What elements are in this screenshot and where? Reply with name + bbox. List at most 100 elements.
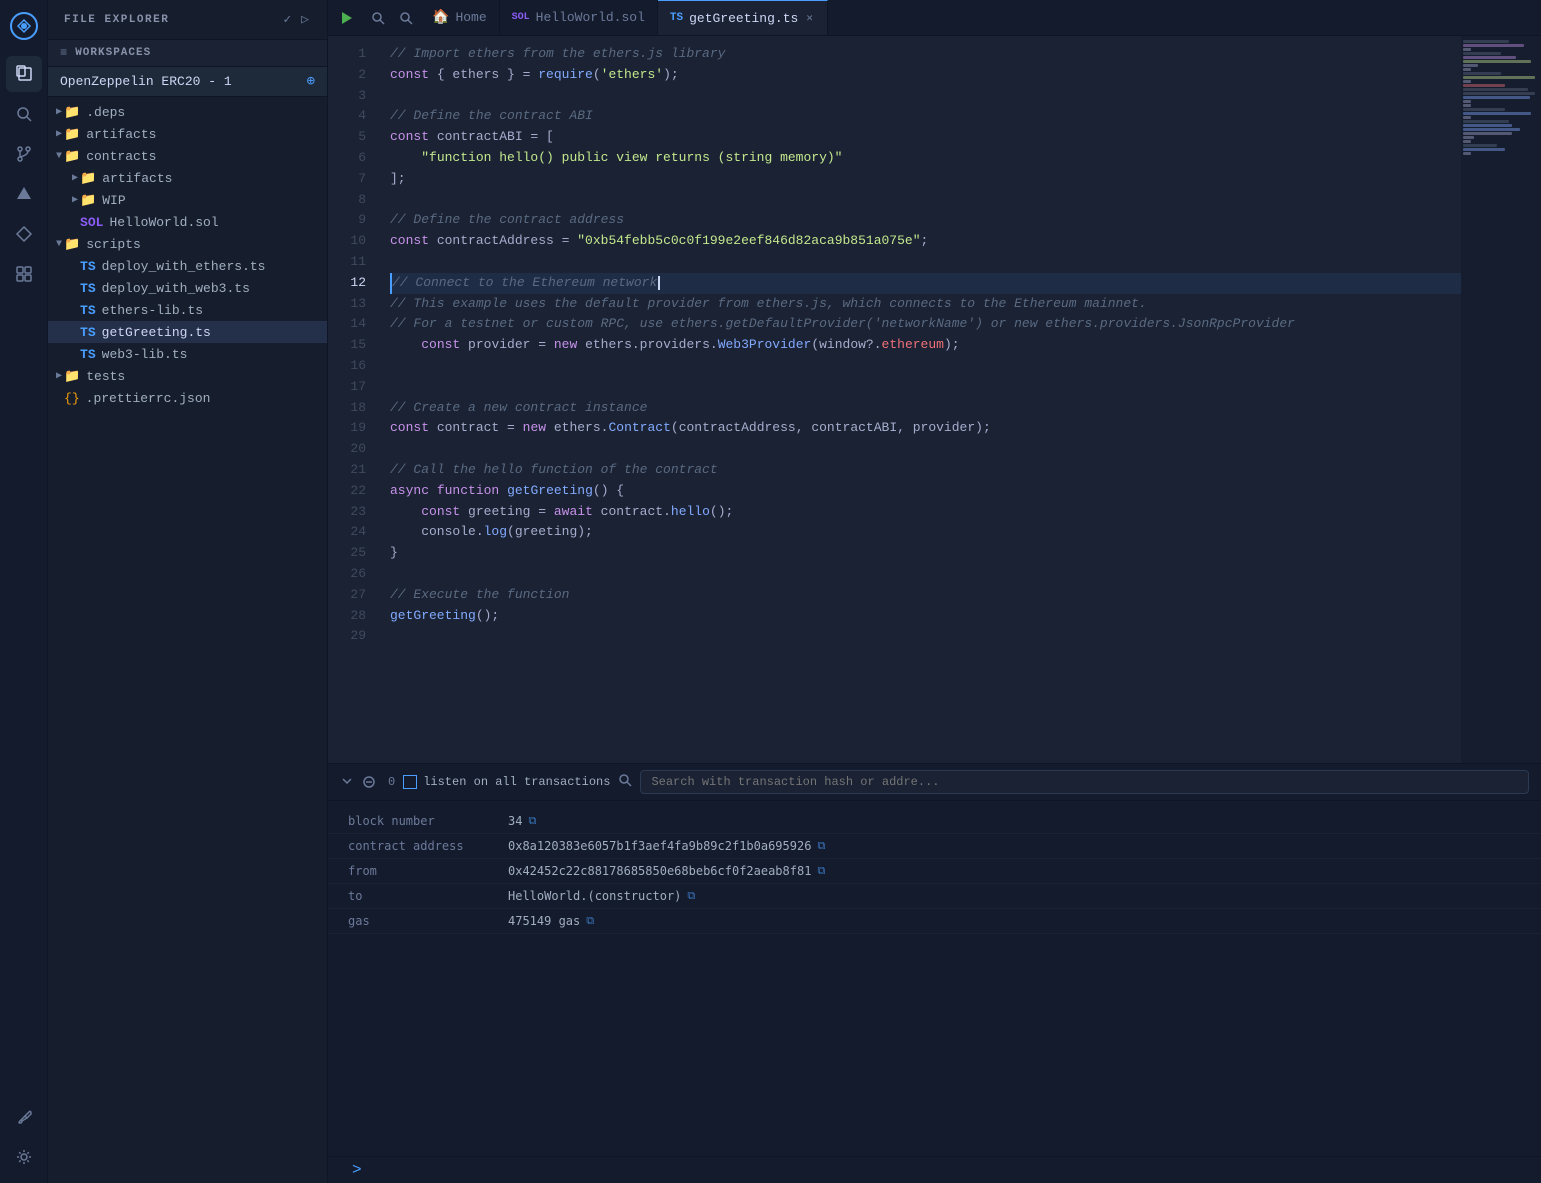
copy-from-icon[interactable]: ⧉ — [817, 864, 825, 878]
code-line-22: async function getGreeting() { — [390, 481, 1461, 502]
line-numbers: 1 2 3 4 5 6 7 8 9 10 11 12 13 14 15 16 1 — [328, 36, 378, 763]
tab-helloworld-label: HelloWorld.sol — [536, 10, 645, 25]
sidebar-title: FILE EXPLORER — [64, 14, 169, 26]
prompt-row: > — [328, 1156, 1541, 1183]
editor-area: 🏠 Home SOL HelloWorld.sol TS getGreeting… — [328, 0, 1541, 1183]
tree-item-artifacts-child[interactable]: ▶ 📁 artifacts — [48, 167, 327, 189]
workspace-selector[interactable]: OpenZeppelin ERC20 - 1 ⊕ — [48, 67, 327, 97]
tree-item-scripts[interactable]: ▼ 📁 scripts — [48, 233, 327, 255]
item-name-deps: .deps — [86, 105, 319, 120]
logo-icon[interactable] — [6, 8, 42, 44]
panel-value-contract: 0x8a120383e6057b1f3aef4fa9b89c2f1b0a6959… — [508, 839, 825, 853]
code-line-24: console.log(greeting); — [390, 522, 1461, 543]
tab-getgreeting[interactable]: TS getGreeting.ts ✕ — [658, 0, 828, 36]
json-file-icon: {} — [64, 391, 80, 406]
tree-item-helloworld-sol[interactable]: ▶ SOL HelloWorld.sol — [48, 211, 327, 233]
files-icon[interactable] — [6, 56, 42, 92]
panel-value-gas: 475149 gas ⧉ — [508, 914, 594, 928]
panel-value-to: HelloWorld.(constructor) ⧉ — [508, 889, 695, 903]
copy-contract-icon[interactable]: ⧉ — [817, 839, 825, 853]
copy-block-icon[interactable]: ⧉ — [528, 814, 536, 828]
tree-item-artifacts-root[interactable]: ▶ 📁 artifacts — [48, 123, 327, 145]
panel-label-block: block number — [348, 814, 508, 828]
code-line-6: "function hello() public view returns (s… — [390, 148, 1461, 169]
chevron-right-icon: ▶ — [72, 172, 78, 184]
tree-item-contracts[interactable]: ▼ 📁 contracts — [48, 145, 327, 167]
tree-item-ethers-lib[interactable]: ▶ TS ethers-lib.ts — [48, 299, 327, 321]
item-name-wip: WIP — [102, 193, 319, 208]
tab-close-icon[interactable]: ✕ — [804, 9, 815, 27]
panel-label-gas: gas — [348, 914, 508, 928]
plugin-icon[interactable] — [6, 256, 42, 292]
minimap — [1461, 36, 1541, 763]
search-sidebar-icon[interactable] — [6, 96, 42, 132]
tree-item-web3-lib[interactable]: ▶ TS web3-lib.ts — [48, 343, 327, 365]
settings-bottom-icon[interactable] — [6, 1139, 42, 1175]
code-line-10: const contractAddress = "0xb54febb5c0c0f… — [390, 231, 1461, 252]
tab-bar: 🏠 Home SOL HelloWorld.sol TS getGreeting… — [328, 0, 1541, 36]
folder-icon: 📁 — [64, 369, 80, 384]
source-control-icon[interactable] — [6, 136, 42, 172]
tools-bottom-icon[interactable] — [6, 1099, 42, 1135]
copy-to-icon[interactable]: ⧉ — [687, 889, 695, 903]
panel-search-input[interactable] — [640, 770, 1529, 794]
tab-search-button[interactable] — [364, 0, 392, 36]
listen-controls: listen on all transactions — [403, 775, 610, 789]
listen-label: listen on all transactions — [423, 775, 610, 789]
panel-row-from: from 0x42452c22c88178685850e68beb6cf0f2a… — [328, 859, 1541, 884]
ts-file-icon: TS — [80, 281, 96, 296]
code-line-17 — [390, 377, 1461, 398]
code-line-13: // This example uses the default provide… — [390, 294, 1461, 315]
code-line-11 — [390, 252, 1461, 273]
tab-getgreeting-label: getGreeting.ts — [689, 11, 798, 26]
item-name-getgreeting: getGreeting.ts — [102, 325, 319, 340]
panel-clear-btn[interactable] — [362, 775, 376, 789]
tree-item-getgreeting[interactable]: ▶ TS getGreeting.ts — [48, 321, 327, 343]
folder-icon: 📁 — [64, 127, 80, 142]
listen-checkbox[interactable] — [403, 775, 417, 789]
code-line-4: // Define the contract ABI — [390, 106, 1461, 127]
deploy-icon[interactable] — [6, 176, 42, 212]
tab-home[interactable]: 🏠 Home — [420, 0, 500, 36]
play-icon[interactable]: ▷ — [299, 10, 311, 29]
code-content[interactable]: // Import ethers from the ethers.js libr… — [378, 36, 1461, 763]
tree-item-deploy-ethers[interactable]: ▶ TS deploy_with_ethers.ts — [48, 255, 327, 277]
sol-file-icon: SOL — [80, 215, 103, 230]
panel-row-gas: gas 475149 gas ⧉ — [328, 909, 1541, 934]
panel-label-contract: contract address — [348, 839, 508, 853]
folder-icon: 📁 — [80, 171, 96, 186]
tab-search-button2[interactable] — [392, 0, 420, 36]
item-name-deploy-ethers: deploy_with_ethers.ts — [102, 259, 319, 274]
tree-item-deploy-web3[interactable]: ▶ TS deploy_with_web3.ts — [48, 277, 327, 299]
home-icon: 🏠 — [432, 9, 449, 26]
panel-collapse-btn[interactable] — [340, 775, 354, 789]
code-line-26 — [390, 564, 1461, 585]
code-line-27: // Execute the function — [390, 585, 1461, 606]
code-line-20 — [390, 439, 1461, 460]
ts-tab-icon: TS — [670, 12, 683, 24]
tree-item-tests[interactable]: ▶ 📁 tests — [48, 365, 327, 387]
tree-item-wip[interactable]: ▶ 📁 WIP — [48, 189, 327, 211]
bottom-panel: 0 listen on all transactions block numbe… — [328, 763, 1541, 1183]
run-button[interactable] — [328, 0, 364, 36]
panel-label-from: from — [348, 864, 508, 878]
ts-file-icon-active: TS — [80, 325, 96, 340]
code-editor[interactable]: 1 2 3 4 5 6 7 8 9 10 11 12 13 14 15 16 1 — [328, 36, 1461, 763]
code-line-29 — [390, 626, 1461, 647]
tree-item-deps[interactable]: ▶ 📁 .deps — [48, 101, 327, 123]
check-icon[interactable]: ✓ — [281, 10, 293, 29]
panel-row-to: to HelloWorld.(constructor) ⧉ — [328, 884, 1541, 909]
ts-file-icon: TS — [80, 259, 96, 274]
file-tree: ▶ 📁 .deps ▶ 📁 artifacts ▼ 📁 contracts ▶ … — [48, 97, 327, 1183]
prompt-arrow: > — [340, 1153, 374, 1183]
tab-home-label: Home — [455, 10, 486, 25]
panel-value-from: 0x42452c22c88178685850e68beb6cf0f2aeab8f… — [508, 864, 825, 878]
test-icon[interactable] — [6, 216, 42, 252]
code-line-9: // Define the contract address — [390, 210, 1461, 231]
copy-gas-icon[interactable]: ⧉ — [586, 914, 594, 928]
workspace-name: OpenZeppelin ERC20 - 1 — [60, 74, 232, 89]
ts-file-icon: TS — [80, 347, 96, 362]
tree-item-prettier[interactable]: ▶ {} .prettierrc.json — [48, 387, 327, 409]
item-name-helloworld-sol: HelloWorld.sol — [109, 215, 319, 230]
tab-helloworld[interactable]: SOL HelloWorld.sol — [500, 0, 658, 36]
